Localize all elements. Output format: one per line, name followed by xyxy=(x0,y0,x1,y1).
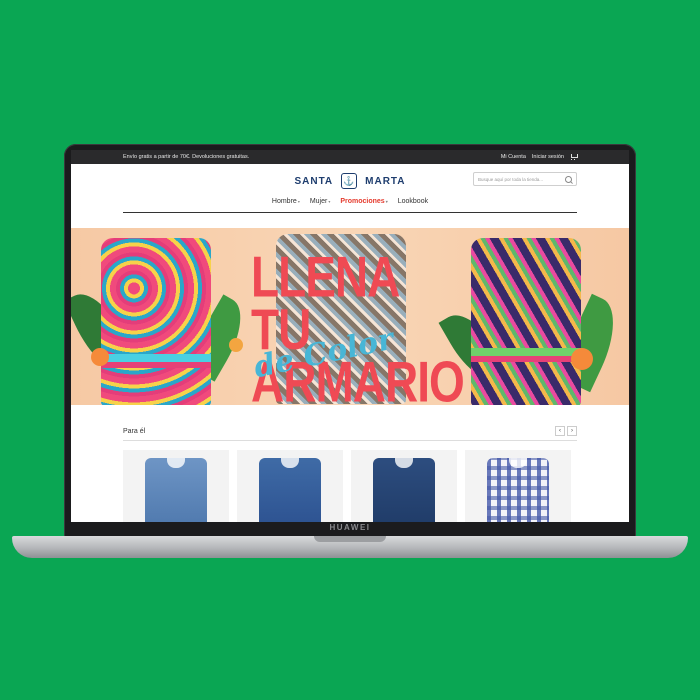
products-section: Para él ‹ › xyxy=(123,426,577,522)
hero-banner[interactable]: LLENA TU ARMARIO de Color xyxy=(71,228,629,405)
leaf-print-dress-image xyxy=(471,238,581,405)
section-header: Para él ‹ › xyxy=(123,426,577,436)
top-bar-links: Mi Cuenta Iniciar sesión xyxy=(501,154,578,160)
anchor-icon: ⚓ xyxy=(341,173,358,189)
denim-shirt-image xyxy=(259,458,321,522)
flower-decoration xyxy=(229,338,243,352)
dress-belt xyxy=(101,354,211,362)
search-placeholder: Busque aquí por toda la tienda... xyxy=(478,176,544,182)
dark-denim-shirt-image xyxy=(373,458,435,522)
dress-belt xyxy=(101,362,211,368)
laptop-brand: HUAWEI xyxy=(329,523,371,532)
chevron-down-icon: ▾ xyxy=(297,198,300,204)
browser-screen: Envío gratis a partir de 70€. Devolucion… xyxy=(71,150,629,522)
shipping-notice: Envío gratis a partir de 70€. Devolucion… xyxy=(123,154,250,160)
brand-right: MARTA xyxy=(365,175,406,187)
product-card[interactable] xyxy=(465,450,571,522)
laptop-base xyxy=(12,536,688,558)
top-bar: Envío gratis a partir de 70€. Devolucion… xyxy=(71,150,629,164)
site-header: SANTA ⚓ MARTA Busque aquí por toda la ti… xyxy=(71,164,629,190)
checked-shirt-image xyxy=(487,458,549,522)
laptop-notch xyxy=(314,536,386,542)
section-divider xyxy=(123,440,577,441)
carousel-arrows: ‹ › xyxy=(555,426,577,436)
search-input[interactable]: Busque aquí por toda la tienda... xyxy=(473,172,577,186)
flower-decoration xyxy=(91,348,109,366)
banner-headline: LLENA TU ARMARIO xyxy=(251,248,465,406)
search-icon[interactable] xyxy=(565,176,572,183)
nav-item-lookbook[interactable]: Lookbook xyxy=(398,198,428,205)
chevron-down-icon: ▾ xyxy=(328,198,331,204)
account-link[interactable]: Mi Cuenta xyxy=(501,154,526,160)
cart-icon[interactable] xyxy=(570,154,578,160)
paisley-dress-image xyxy=(101,238,211,405)
product-card[interactable] xyxy=(123,450,229,522)
nav-divider xyxy=(123,212,577,213)
login-link[interactable]: Iniciar sesión xyxy=(532,154,564,160)
flower-decoration xyxy=(571,348,593,370)
nav-item-promociones[interactable]: Promociones▾ xyxy=(340,198,387,205)
dress-belt xyxy=(471,356,581,362)
prev-arrow-button[interactable]: ‹ xyxy=(555,426,565,436)
chevron-down-icon: ▾ xyxy=(385,198,388,204)
light-denim-shirt-image xyxy=(145,458,207,522)
section-title: Para él xyxy=(123,427,146,435)
nav-item-hombre[interactable]: Hombre▾ xyxy=(272,198,300,205)
product-card[interactable] xyxy=(237,450,343,522)
product-carousel xyxy=(123,450,577,522)
next-arrow-button[interactable]: › xyxy=(567,426,577,436)
nav-item-mujer[interactable]: Mujer▾ xyxy=(310,198,331,205)
dress-belt xyxy=(471,348,581,356)
main-nav: Hombre▾ Mujer▾ Promociones▾ Lookbook xyxy=(71,190,629,212)
product-card[interactable] xyxy=(351,450,457,522)
brand-left: SANTA xyxy=(294,175,334,187)
